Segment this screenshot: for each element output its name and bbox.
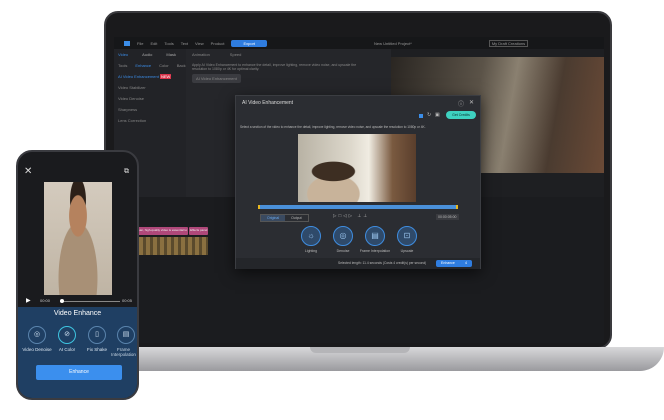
menu-edit[interactable]: Edit — [150, 41, 157, 46]
ai-enhance-button[interactable]: AI Video Enhancement — [192, 74, 241, 83]
subtab-tools[interactable]: Tools — [118, 63, 127, 68]
dialog-video — [298, 134, 416, 202]
fix-shake-icon[interactable]: ▯ — [88, 326, 106, 344]
item-stabilizer[interactable]: Video Stabilizer — [114, 82, 186, 93]
playback-controls[interactable]: ▷□◁▷ ⊥⊥ — [333, 213, 369, 219]
get-credits-button[interactable]: Get Credits — [446, 111, 476, 119]
menu-view[interactable]: View — [195, 41, 204, 46]
subtab-back[interactable]: Back — [177, 63, 186, 68]
compare-tabs: Original Output — [260, 214, 309, 222]
menu-product[interactable]: Product — [211, 41, 225, 46]
selection-range-slider[interactable] — [258, 205, 458, 209]
feature-label: AI Color — [58, 347, 76, 352]
dialog-description: Select a section of the video to enhance… — [240, 125, 426, 129]
selected-length: Selected length: 11.4 seconds (Costs 4 c… — [338, 261, 427, 265]
credits-icon — [419, 114, 423, 118]
menu-file[interactable]: File — [137, 41, 143, 46]
dialog-title: AI Video Enhancement — [242, 100, 294, 106]
project-title: New Untitled Project* — [374, 40, 412, 46]
enhance-button[interactable]: Enhance — [36, 365, 122, 380]
menu-tools[interactable]: Tools — [164, 41, 173, 46]
ai-enhancement-dialog: AI Video Enhancement ⓘ ✕ ↻ ▣ Get Credits… — [235, 95, 481, 269]
new-badge: NEW — [159, 74, 172, 79]
export-button[interactable]: Export — [231, 39, 268, 47]
tab-animation[interactable]: Animation — [192, 52, 210, 57]
creations-button[interactable]: My Draft Creations — [488, 39, 529, 47]
cart-icon[interactable]: ▣ — [435, 112, 440, 118]
feature-label: Fix Shake — [86, 347, 107, 352]
text-clip[interactable]: Effects panel — [189, 227, 209, 235]
play-icon[interactable]: ▶ — [26, 297, 31, 304]
tab-mask[interactable]: Mask — [166, 52, 176, 57]
lightbulb-icon[interactable]: ☼ — [301, 226, 321, 246]
notch — [310, 347, 410, 353]
feature-label: Video Denoise — [22, 347, 52, 352]
time-end: 00:05 — [122, 298, 133, 303]
phone: ✕ ⧉ ▶ 00:00 00:05 Video Enhance ◎ ⊘ ▯ ▤ … — [16, 150, 139, 400]
denoise-icon[interactable]: ◎ — [333, 226, 353, 246]
text-clip[interactable]: Clean, high-quality video is essential t… — [134, 227, 189, 235]
item-denoise[interactable]: Video Denoise — [114, 93, 186, 104]
help-icon[interactable]: ⓘ — [458, 99, 464, 108]
feature-label: Frame Interpolation — [111, 347, 136, 357]
denoise-icon[interactable]: ◎ — [28, 326, 46, 344]
film-icon[interactable]: ▤ — [365, 226, 385, 246]
tab-output[interactable]: Output — [285, 215, 308, 221]
close-icon[interactable]: ✕ — [469, 99, 474, 106]
enhance-label: Enhance — [441, 261, 455, 265]
phone-video — [44, 182, 112, 295]
upscale-icon[interactable]: ⊡ — [397, 226, 417, 246]
item-sharpness[interactable]: Sharpness — [114, 104, 186, 115]
item-lens[interactable]: Lens Correction — [114, 115, 186, 126]
phone-progress[interactable] — [60, 299, 120, 303]
refresh-icon[interactable]: ↻ — [427, 112, 431, 118]
close-icon[interactable]: ✕ — [24, 166, 32, 177]
laptop-base — [60, 347, 664, 371]
tab-audio[interactable]: Audio — [142, 52, 152, 57]
time-start: 00:00 — [40, 298, 51, 303]
tab-video[interactable]: Video — [118, 52, 128, 57]
timecode: 00:00:05:00 — [436, 214, 459, 220]
menu-bar: File Edit Tools Text View Product Export… — [114, 37, 604, 49]
tab-speed[interactable]: Speed — [230, 52, 242, 57]
panel-title: Video Enhance — [53, 310, 102, 317]
feature-label: Upscale — [400, 249, 414, 253]
enhance-button[interactable]: Enhance 4 — [436, 260, 472, 267]
app-logo — [124, 40, 130, 46]
description: Apply AI Video Enhancement to enhance th… — [192, 63, 357, 71]
compare-icon[interactable]: ⧉ — [124, 168, 129, 176]
item-label: AI Video Enhancement — [118, 74, 159, 79]
ai-color-icon[interactable]: ⊘ — [58, 326, 76, 344]
tab-original[interactable]: Original — [261, 215, 286, 221]
subtab-color[interactable]: Color — [159, 63, 169, 68]
enhance-panel: Video Enhance ◎ ⊘ ▯ ▤ Video Denoise AI C… — [18, 307, 137, 398]
subtab-enhance[interactable]: Enhance — [135, 63, 151, 68]
item-ai-enhance[interactable]: AI Video Enhancement NEW — [114, 71, 186, 82]
credit-count: 4 — [464, 261, 467, 265]
frame-interpolation-icon[interactable]: ▤ — [117, 326, 135, 344]
menu-text[interactable]: Text — [181, 41, 188, 46]
